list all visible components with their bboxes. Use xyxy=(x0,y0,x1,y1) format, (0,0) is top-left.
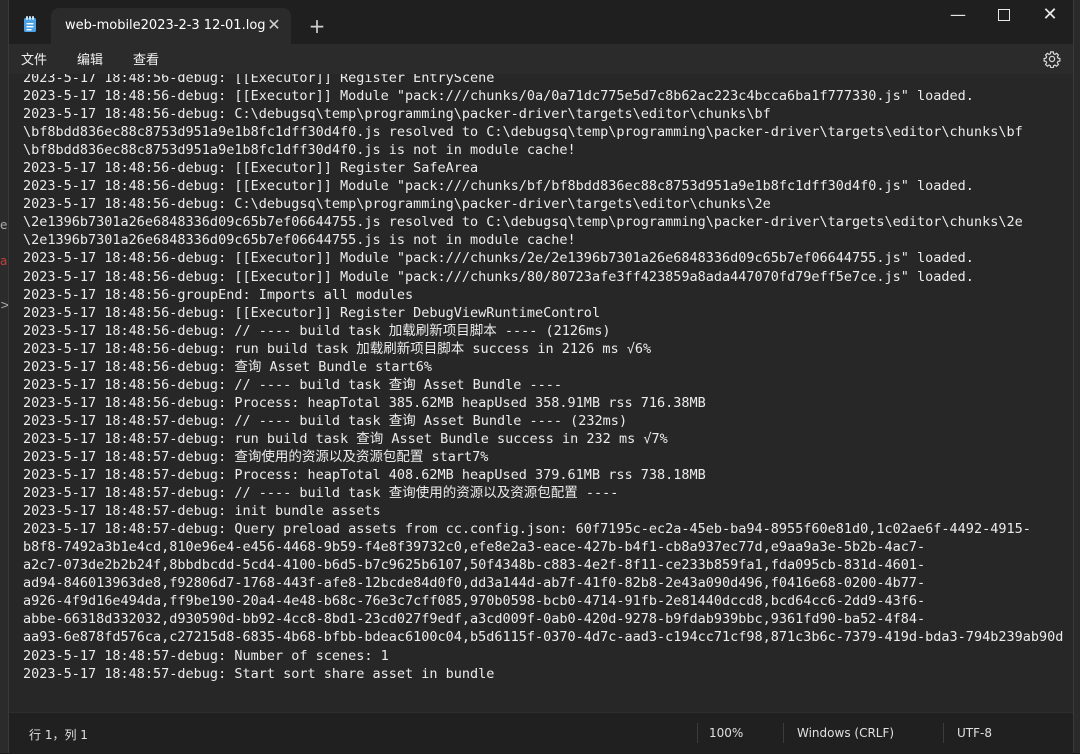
log-line: 2023-5-17 18:48:56-debug: // ---- build … xyxy=(23,322,611,339)
log-line: a2c7-073de2b2b24f,8bbdbcdd-5cd4-4100-b6d… xyxy=(23,557,926,574)
log-line: b8f8-7492a3b1e4cd,810e96e4-e456-4468-9b5… xyxy=(23,539,926,556)
log-line: 2023-5-17 18:48:57-debug: run build task… xyxy=(23,430,668,447)
log-line: 2023-5-17 18:48:56-groupEnd: Imports all… xyxy=(23,286,414,303)
menu-view[interactable]: 查看 xyxy=(131,49,161,68)
settings-gear-icon[interactable] xyxy=(1043,50,1061,68)
menu-edit[interactable]: 编辑 xyxy=(75,49,105,68)
background-window-edge-left: e a > xyxy=(0,0,11,753)
log-line: 2023-5-17 18:48:57-debug: init bundle as… xyxy=(23,503,381,520)
log-line: ad94-846013963de8,f92806d7-1768-443f-afe… xyxy=(23,575,926,592)
log-line: 2023-5-17 18:48:56-debug: [[Executor]] M… xyxy=(23,250,974,267)
menu-file[interactable]: 文件 xyxy=(19,49,49,68)
notepad-app-icon xyxy=(24,16,36,32)
log-line: 2023-5-17 18:48:56-debug: [[Executor]] M… xyxy=(23,178,974,195)
log-line: 2023-5-17 18:48:57-debug: Query preload … xyxy=(23,521,1031,538)
log-line: \bf8bdd836ec88c8753d951a9e1b8fc1dff30d4f… xyxy=(23,142,576,159)
log-line: 2023-5-17 18:48:56-debug: [[Executor]] M… xyxy=(23,268,974,285)
close-window-button[interactable]: ✕ xyxy=(1027,0,1073,30)
background-glyph: e xyxy=(0,218,8,232)
log-line: \2e1396b7301a26e6848336d09c65b7ef0664475… xyxy=(23,214,1023,231)
minimize-button[interactable]: — xyxy=(935,0,981,30)
log-line: a926-4f9d16e494da,ff9be190-20a4-4e48-b68… xyxy=(23,593,926,610)
line-ending: Windows (CRLF) xyxy=(797,726,895,740)
title-bar: web-mobile2023-2-3 12-01.log ✕ + — ✕ xyxy=(9,0,1073,44)
log-line: 2023-5-17 18:48:56-debug: 查询 Asset Bundl… xyxy=(23,358,433,375)
close-tab-icon[interactable]: ✕ xyxy=(263,14,285,36)
log-line: aa93-6e878fd576ca,c27215d8-6835-4b68-bfb… xyxy=(23,629,1064,646)
log-line: 2023-5-17 18:48:57-debug: Number of scen… xyxy=(23,647,389,664)
log-line: 2023-5-17 18:48:56-debug: Process: heapT… xyxy=(23,394,706,411)
background-glyph: > xyxy=(0,298,11,312)
maximize-button[interactable] xyxy=(981,0,1027,30)
notepad-window: web-mobile2023-2-3 12-01.log ✕ + — ✕ 文件 … xyxy=(8,0,1074,754)
tab-title: web-mobile2023-2-3 12-01.log xyxy=(65,18,266,33)
cursor-position: 行 1，列 1 xyxy=(29,728,88,742)
log-line: 2023-5-17 18:48:56-debug: [[Executor]] R… xyxy=(23,160,479,177)
status-divider xyxy=(697,723,698,743)
vertical-scrollbar[interactable] xyxy=(1068,74,1071,712)
log-line: 2023-5-17 18:48:56-debug: [[Executor]] M… xyxy=(23,88,974,105)
encoding: UTF-8 xyxy=(957,726,992,740)
log-line: 2023-5-17 18:48:56-debug: [[Executor]] R… xyxy=(23,74,495,86)
status-bar: 行 1，列 1 100% Windows (CRLF) UTF-8 xyxy=(9,712,1073,754)
log-line: 2023-5-17 18:48:57-debug: // ---- build … xyxy=(23,485,619,502)
log-line: \2e1396b7301a26e6848336d09c65b7ef0664475… xyxy=(23,232,576,249)
log-line: 2023-5-17 18:48:57-debug: 查询使用的资源以及资源包配置… xyxy=(23,448,489,465)
log-line: \bf8bdd836ec88c8753d951a9e1b8fc1dff30d4f… xyxy=(23,124,1023,141)
status-divider xyxy=(783,723,784,743)
log-line: 2023-5-17 18:48:57-debug: Start sort sha… xyxy=(23,665,495,682)
log-line: 2023-5-17 18:48:57-debug: Process: heapT… xyxy=(23,467,706,484)
log-line: 2023-5-17 18:48:56-debug: [[Executor]] R… xyxy=(23,304,601,321)
log-line: 2023-5-17 18:48:56-debug: C:\debugsq\tem… xyxy=(23,196,771,213)
text-content: 2023-5-17 18:48:56-debug: [[Executor]] R… xyxy=(23,74,1063,683)
log-line: 2023-5-17 18:48:56-debug: // ---- build … xyxy=(23,376,563,393)
text-editor[interactable]: 2023-5-17 18:48:56-debug: [[Executor]] R… xyxy=(9,74,1073,712)
new-tab-button[interactable]: + xyxy=(305,14,329,38)
maximize-icon xyxy=(998,9,1010,21)
log-line: 2023-5-17 18:48:56-debug: C:\debugsq\tem… xyxy=(23,106,771,123)
log-line: 2023-5-17 18:48:57-debug: // ---- build … xyxy=(23,412,628,429)
log-line: 2023-5-17 18:48:56-debug: run build task… xyxy=(23,340,652,357)
zoom-level: 100% xyxy=(709,726,744,740)
menu-bar: 文件 编辑 查看 xyxy=(9,44,1073,74)
status-divider xyxy=(943,723,944,743)
background-glyph: a xyxy=(0,254,8,268)
file-tab[interactable]: web-mobile2023-2-3 12-01.log ✕ xyxy=(51,8,291,44)
log-line: abbe-66318d332032,d930590d-bb92-4cc8-8bd… xyxy=(23,611,926,628)
